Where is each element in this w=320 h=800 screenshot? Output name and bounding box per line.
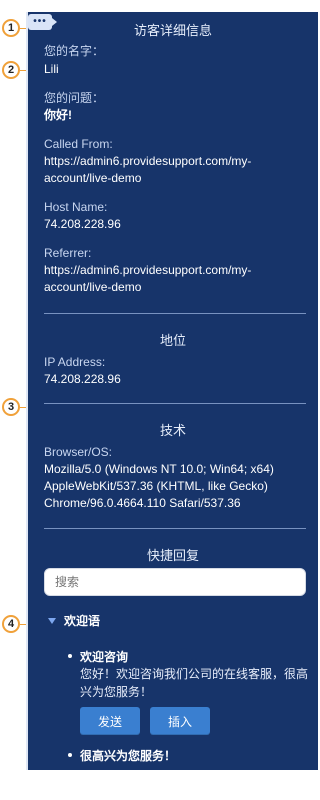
marker-1-label: 1: [7, 22, 15, 34]
insert-button[interactable]: 插入: [150, 707, 210, 735]
host-name-value: 74.208.228.96: [44, 217, 121, 231]
quick-reply-title: 快捷回复: [146, 548, 199, 563]
tech-title: 技术: [159, 423, 186, 438]
ip-address-label: IP Address:: [44, 355, 106, 369]
bullet-icon: [68, 654, 72, 658]
panel-bottom-strip: [28, 770, 318, 788]
marker-4: 4: [2, 615, 20, 633]
question-label: 您的问题：: [44, 91, 105, 105]
marker-4-label: 4: [7, 618, 15, 630]
bullet-icon-2: [68, 753, 72, 757]
marker-1: 1: [2, 19, 20, 37]
send-button[interactable]: 发送: [80, 707, 140, 735]
browser-os-line-3: Chrome/96.0.4664.110 Safari/537.36: [44, 496, 241, 510]
chevron-down-icon: [48, 618, 56, 624]
location-title: 地位: [159, 333, 186, 348]
marker-2-label: 2: [7, 64, 15, 76]
quick-reply-item-text: 您好！欢迎咨询我们公司的在线客服，很高兴为您服务！: [80, 667, 309, 699]
name-value: Lili: [44, 62, 59, 76]
called-from-label: Called From:: [44, 137, 113, 151]
divider-2: [44, 403, 306, 404]
divider-3: [44, 528, 306, 529]
welcome-group-toggle[interactable]: 欢迎语: [48, 612, 100, 629]
question-value: 你好!: [44, 108, 72, 122]
called-from-value-line-2: account/live-demo: [44, 171, 142, 185]
marker-2: 2: [2, 61, 20, 79]
referrer-label: Referrer:: [44, 246, 92, 260]
marker-3-label: 3: [7, 401, 15, 413]
host-name-label: Host Name:: [44, 200, 108, 214]
welcome-group-label: 欢迎语: [64, 614, 101, 628]
quick-reply-item-title: 欢迎咨询: [80, 650, 129, 664]
divider-1: [44, 313, 306, 314]
quick-reply-search-input[interactable]: [44, 568, 306, 596]
referrer-value-line-2: account/live-demo: [44, 280, 142, 294]
called-from-value-line-1: https://admin6.providesupport.com/my-: [44, 154, 252, 168]
marker-3: 3: [2, 398, 20, 416]
page: 1 2 3 4 ••• 访客详细信息 您的名字： Lili 您的问题： 你好! …: [0, 0, 320, 800]
referrer-value-line-1: https://admin6.providesupport.com/my-: [44, 263, 252, 277]
browser-os-label: Browser/OS:: [44, 445, 113, 459]
browser-os-line-2: AppleWebKit/537.36 (KHTML, like Gecko): [44, 479, 268, 493]
name-label: 您的名字：: [44, 44, 105, 58]
ip-address-value: 74.208.228.96: [44, 372, 121, 386]
browser-os-line-1: Mozilla/5.0 (Windows NT 10.0; Win64; x64…: [44, 462, 274, 476]
visitor-details-title: 访客详细信息: [133, 23, 212, 38]
quick-reply-item-2-title[interactable]: 很高兴为您服务！: [80, 747, 176, 764]
